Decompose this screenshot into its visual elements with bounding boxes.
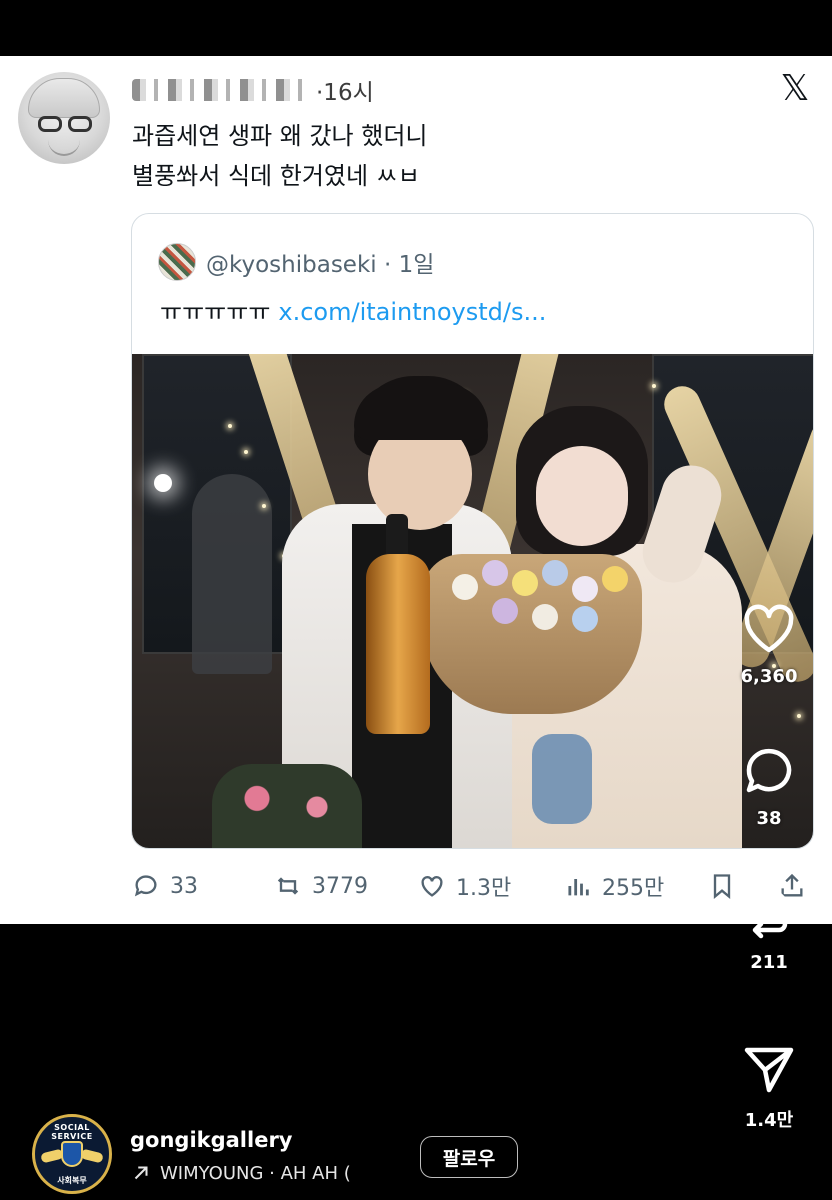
redacted-author-name <box>132 79 310 101</box>
quoted-tweet: @kyoshibaseki · 1일 ㅠㅠㅠㅠㅠ x.com/itaintnoys… <box>131 213 814 849</box>
rail-comment-count: 38 <box>756 808 782 829</box>
views-icon <box>568 879 589 896</box>
quote-text: ㅠㅠㅠㅠㅠ x.com/itaintnoystd/s... <box>160 294 546 330</box>
author-row: ·16시 <box>132 72 374 108</box>
reply-action[interactable]: 33 <box>132 864 198 908</box>
views-action[interactable]: 255만 <box>564 864 664 908</box>
account-name[interactable]: gongikgallery <box>130 1128 293 1152</box>
tweet-action-bar: 33 3779 1.3만 255만 <box>132 864 812 908</box>
quote-photo <box>132 354 813 848</box>
x-logo-icon: 𝕏 <box>780 68 810 109</box>
music-row[interactable]: WIMYOUNG · AH AH ( <box>130 1162 351 1184</box>
rail-like[interactable]: 6,360 <box>724 596 814 687</box>
like-action[interactable]: 1.3만 <box>418 864 511 908</box>
quote-header: @kyoshibaseki · 1일 <box>158 243 435 281</box>
repost-icon <box>750 889 788 939</box>
like-icon <box>421 876 443 897</box>
reply-icon <box>134 875 157 897</box>
retweet-icon <box>277 877 299 895</box>
tweet-screenshot: ·16시 𝕏 과즙세연 생파 왜 갔나 했더니 별풍쏴서 식데 한거였네 ㅆㅂ … <box>0 56 832 924</box>
quote-body: ㅠㅠㅠㅠㅠ <box>160 298 271 326</box>
heart-icon <box>744 604 794 653</box>
retweet-action[interactable]: 3779 <box>274 864 368 908</box>
top-band <box>0 0 832 56</box>
like-count: 1.3만 <box>456 876 512 901</box>
views-count: 255만 <box>602 876 665 901</box>
music-arrow-icon <box>134 1166 148 1180</box>
rail-comment[interactable]: 38 <box>724 738 814 829</box>
post-text: 과즙세연 생파 왜 갔나 했더니 별풍쏴서 식데 한거였네 ㅆㅂ <box>132 116 427 196</box>
badge-bottom-text: 사회복무 <box>57 1176 87 1185</box>
author-avatar <box>18 72 110 164</box>
reply-count: 33 <box>170 873 198 899</box>
rail-repost[interactable]: 211 <box>724 882 814 973</box>
comment-icon <box>746 748 792 793</box>
retweet-count: 3779 <box>312 873 368 899</box>
rail-like-count: 6,360 <box>740 666 798 687</box>
quote-link: x.com/itaintnoystd/s... <box>278 298 547 326</box>
post-time: ·16시 <box>316 80 374 106</box>
music-title: WIMYOUNG · AH AH ( <box>160 1162 351 1184</box>
reel-footer: SOCIAL SERVICE 사회복무 gongikgallery WIMYOU… <box>0 1080 832 1200</box>
account-avatar[interactable]: SOCIAL SERVICE 사회복무 <box>32 1114 112 1194</box>
follow-button[interactable]: 팔로우 <box>420 1136 518 1178</box>
rail-repost-count: 211 <box>750 952 788 973</box>
badge-top-text: SOCIAL SERVICE <box>51 1123 93 1141</box>
quote-avatar <box>158 243 196 281</box>
post-text-line: 과즙세연 생파 왜 갔나 했더니 <box>132 122 428 150</box>
post-text-line: 별풍쏴서 식데 한거였네 ㅆㅂ <box>132 162 420 190</box>
quote-handle: @kyoshibaseki · 1일 <box>206 252 435 278</box>
